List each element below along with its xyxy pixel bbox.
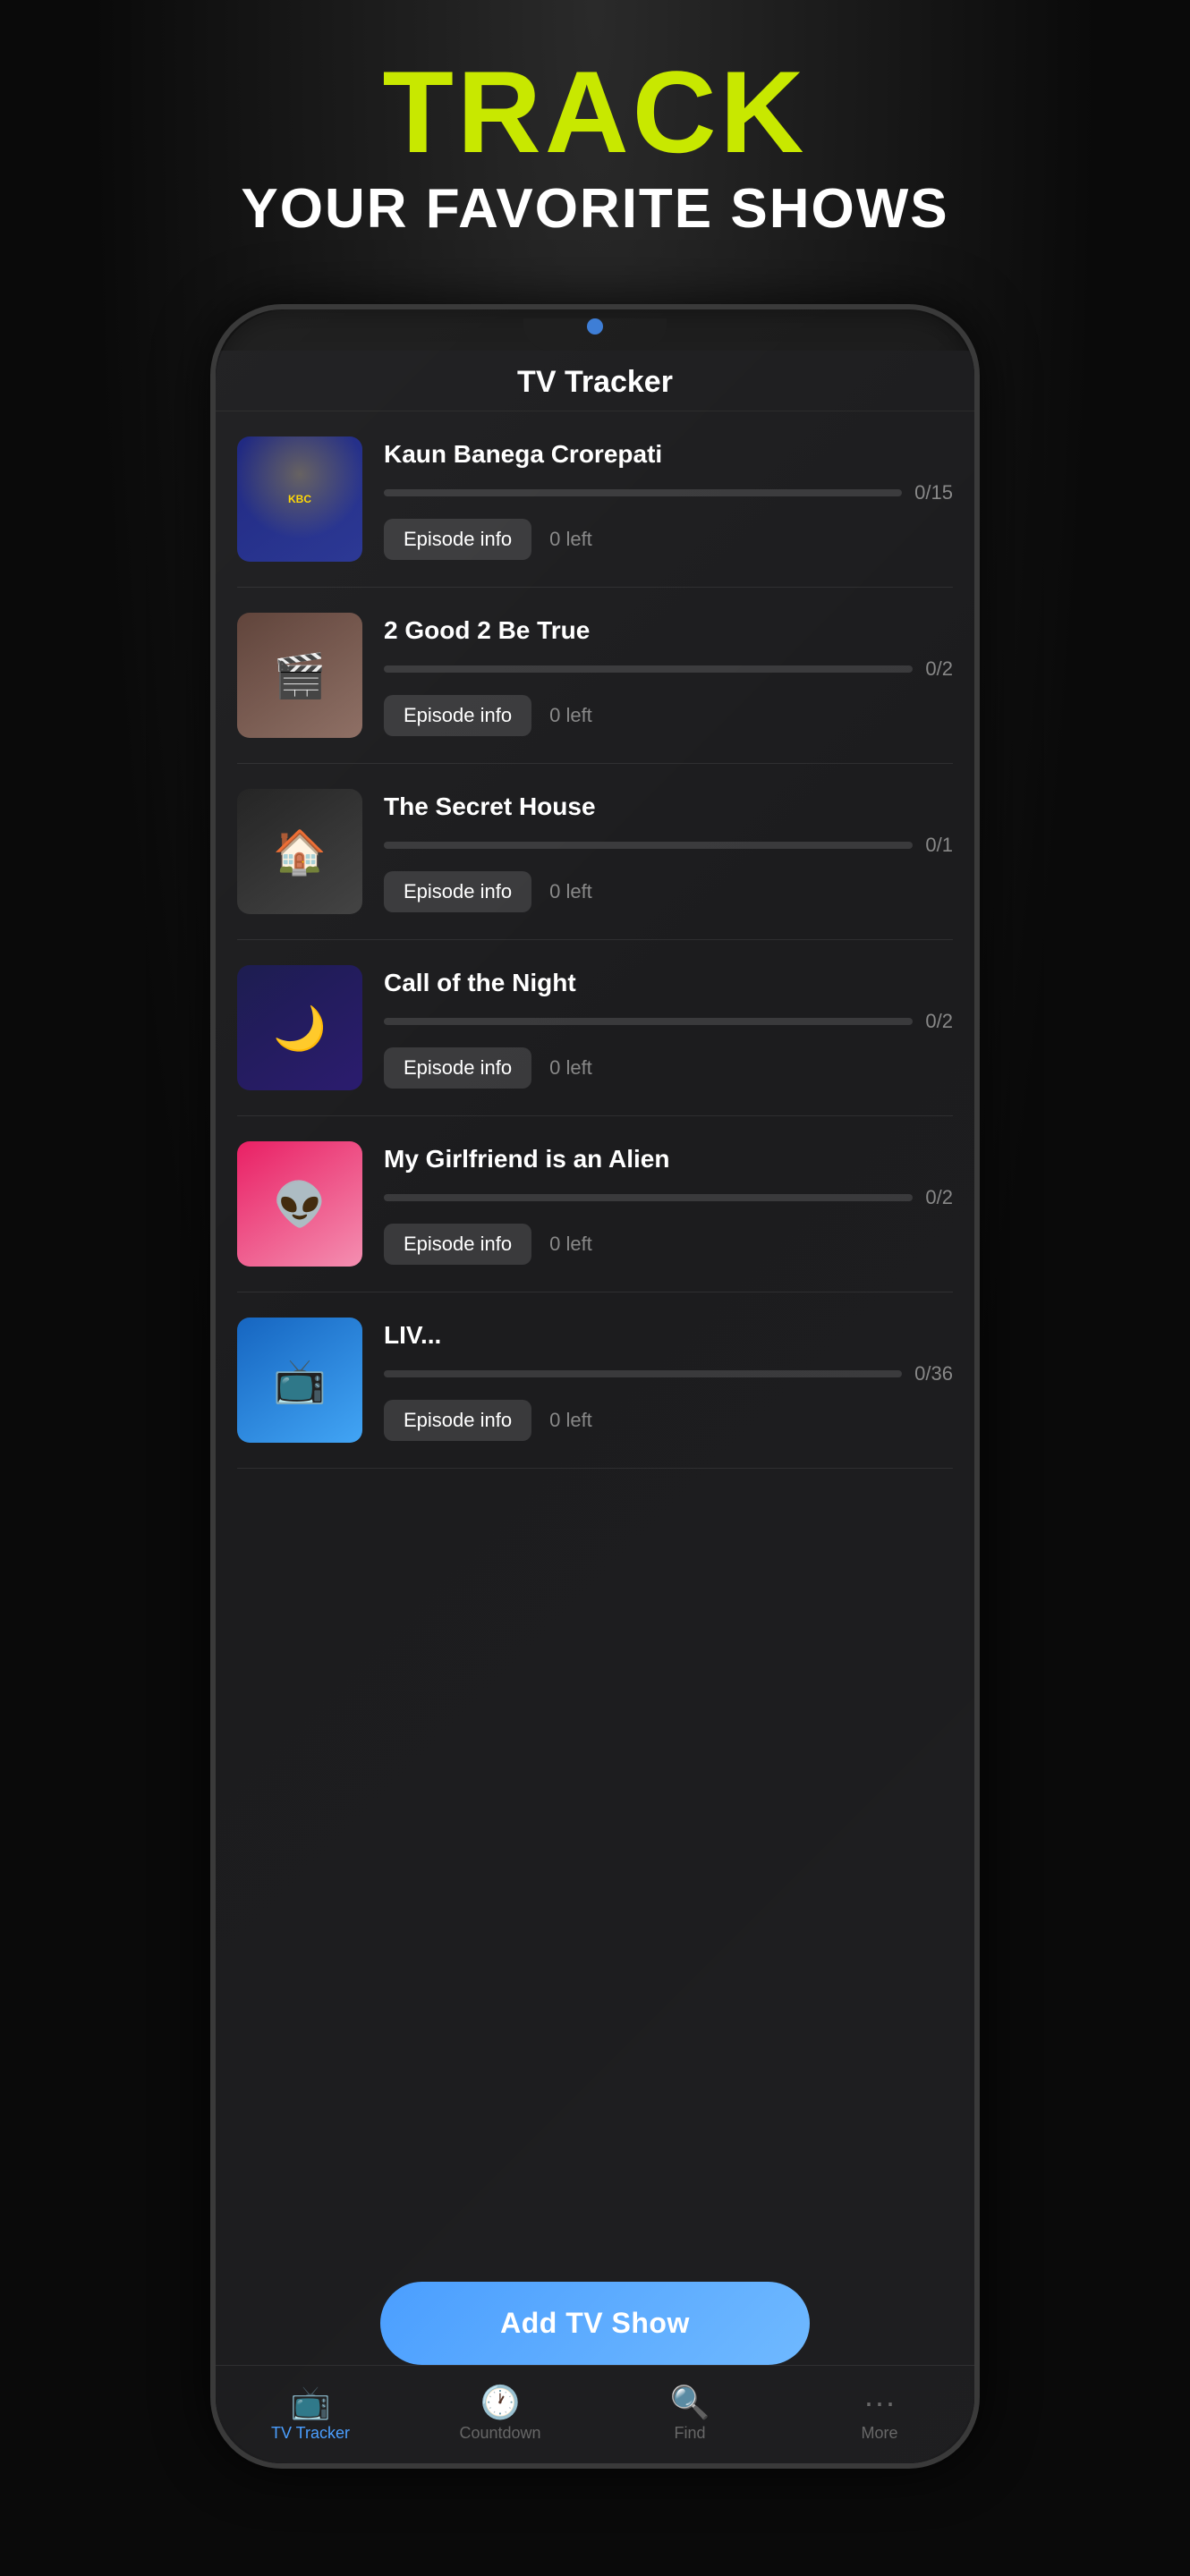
app-title: TV Tracker: [216, 365, 974, 400]
show-name-call: Call of the Night: [384, 969, 953, 997]
episode-info-button-liv[interactable]: Episode info: [384, 1400, 531, 1441]
episodes-left-2good: 0 left: [549, 704, 592, 727]
episode-row-liv: Episode info 0 left: [384, 1400, 953, 1441]
show-thumbnail-2good: 🎬: [237, 613, 362, 738]
show-info-kbc: Kaun Banega Crorepati 0/15 Episode info …: [384, 436, 953, 560]
add-tv-show-button[interactable]: Add TV Show: [380, 2282, 810, 2365]
progress-bar-alien: [384, 1194, 913, 1201]
nav-icon-countdown: 🕐: [480, 2386, 521, 2419]
hero-track-text: TRACK: [0, 54, 1190, 170]
show-name-liv: LIV...: [384, 1321, 953, 1350]
show-item-alien[interactable]: 👽 My Girlfriend is an Alien 0/2 Episode …: [237, 1116, 953, 1292]
progress-count-kbc: 0/15: [914, 481, 953, 504]
episode-info-button-kbc[interactable]: Episode info: [384, 519, 531, 560]
nav-item-find[interactable]: 🔍 Find: [595, 2386, 785, 2443]
show-info-liv: LIV... 0/36 Episode info 0 left: [384, 1318, 953, 1441]
nav-label-tracker: TV Tracker: [271, 2424, 350, 2443]
episode-row-2good: Episode info 0 left: [384, 695, 953, 736]
phone-screen: TV Tracker KBC Kaun Banega Crorepati 0/1…: [216, 351, 974, 2469]
front-camera: [587, 318, 603, 335]
show-name-alien: My Girlfriend is an Alien: [384, 1145, 953, 1174]
nav-label-find: Find: [674, 2424, 705, 2443]
progress-row-kbc: 0/15: [384, 481, 953, 504]
show-thumbnail-kbc: KBC: [237, 436, 362, 562]
episodes-left-liv: 0 left: [549, 1409, 592, 1432]
show-name-kbc: Kaun Banega Crorepati: [384, 440, 953, 469]
episode-info-button-call[interactable]: Episode info: [384, 1047, 531, 1089]
hero-subtitle: YOUR FAVORITE SHOWS: [0, 177, 1190, 241]
nav-label-more: More: [861, 2424, 897, 2443]
progress-row-secret: 0/1: [384, 834, 953, 857]
nav-item-more[interactable]: ··· More: [785, 2386, 974, 2443]
nav-icon-more: ···: [863, 2386, 896, 2419]
progress-count-alien: 0/2: [925, 1186, 953, 1209]
phone-frame: TV Tracker KBC Kaun Banega Crorepati 0/1…: [210, 304, 980, 2469]
show-thumbnail-secret: 🏠: [237, 789, 362, 914]
nav-icon-find: 🔍: [670, 2386, 710, 2419]
episode-row-secret: Episode info 0 left: [384, 871, 953, 912]
app-header: TV Tracker: [216, 351, 974, 411]
progress-bar-kbc: [384, 489, 902, 496]
episode-row-kbc: Episode info 0 left: [384, 519, 953, 560]
episode-row-call: Episode info 0 left: [384, 1047, 953, 1089]
hero-section: TRACK YOUR FAVORITE SHOWS: [0, 54, 1190, 241]
progress-bar-call: [384, 1018, 913, 1025]
episodes-left-call: 0 left: [549, 1056, 592, 1080]
show-item-call[interactable]: 🌙 Call of the Night 0/2 Episode info 0 l…: [237, 940, 953, 1116]
shows-list[interactable]: KBC Kaun Banega Crorepati 0/15 Episode i…: [216, 411, 974, 2469]
show-thumbnail-alien: 👽: [237, 1141, 362, 1267]
add-button-container: Add TV Show: [380, 2282, 810, 2365]
show-thumbnail-liv: 📺: [237, 1318, 362, 1443]
progress-row-call: 0/2: [384, 1010, 953, 1033]
nav-label-countdown: Countdown: [459, 2424, 540, 2443]
progress-count-liv: 0/36: [914, 1362, 953, 1385]
episode-info-button-secret[interactable]: Episode info: [384, 871, 531, 912]
show-thumbnail-call: 🌙: [237, 965, 362, 1090]
bottom-navigation: 📺 TV Tracker 🕐 Countdown 🔍 Find ··· More: [216, 2365, 974, 2463]
show-info-2good: 2 Good 2 Be True 0/2 Episode info 0 left: [384, 613, 953, 736]
progress-row-liv: 0/36: [384, 1362, 953, 1385]
episodes-left-kbc: 0 left: [549, 528, 592, 551]
progress-bar-2good: [384, 665, 913, 673]
episode-row-alien: Episode info 0 left: [384, 1224, 953, 1265]
show-item-2good[interactable]: 🎬 2 Good 2 Be True 0/2 Episode info 0 le…: [237, 588, 953, 764]
progress-row-alien: 0/2: [384, 1186, 953, 1209]
show-info-call: Call of the Night 0/2 Episode info 0 lef…: [384, 965, 953, 1089]
episodes-left-alien: 0 left: [549, 1233, 592, 1256]
episode-info-button-alien[interactable]: Episode info: [384, 1224, 531, 1265]
episodes-left-secret: 0 left: [549, 880, 592, 903]
show-name-2good: 2 Good 2 Be True: [384, 616, 953, 645]
nav-item-countdown[interactable]: 🕐 Countdown: [405, 2386, 595, 2443]
show-name-secret: The Secret House: [384, 792, 953, 821]
progress-row-2good: 0/2: [384, 657, 953, 681]
progress-count-call: 0/2: [925, 1010, 953, 1033]
show-item-liv[interactable]: 📺 LIV... 0/36 Episode info 0 left: [237, 1292, 953, 1469]
episode-info-button-2good[interactable]: Episode info: [384, 695, 531, 736]
show-info-secret: The Secret House 0/1 Episode info 0 left: [384, 789, 953, 912]
progress-count-2good: 0/2: [925, 657, 953, 681]
nav-item-tracker[interactable]: 📺 TV Tracker: [216, 2386, 405, 2443]
nav-icon-tracker: 📺: [291, 2386, 331, 2419]
progress-bar-secret: [384, 842, 913, 849]
progress-count-secret: 0/1: [925, 834, 953, 857]
show-item-kbc[interactable]: KBC Kaun Banega Crorepati 0/15 Episode i…: [237, 411, 953, 588]
progress-bar-liv: [384, 1370, 902, 1377]
show-item-secret[interactable]: 🏠 The Secret House 0/1 Episode info 0 le…: [237, 764, 953, 940]
phone-notch: [523, 318, 667, 351]
show-info-alien: My Girlfriend is an Alien 0/2 Episode in…: [384, 1141, 953, 1265]
